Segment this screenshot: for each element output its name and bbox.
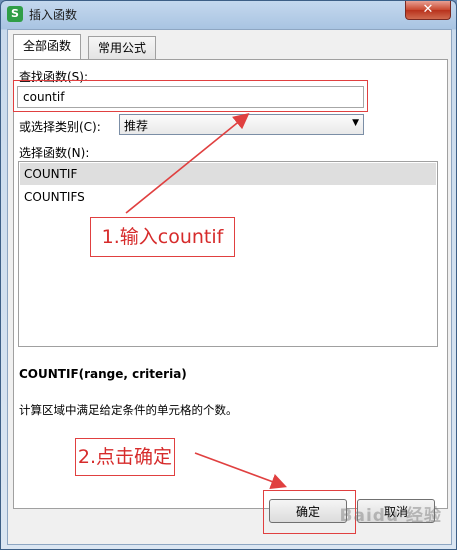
insert-function-dialog: S 插入函数 ✕ 全部函数 常用公式 查找函数(S): 或选择类别(C): 推荐…: [0, 0, 457, 550]
watermark: Baidu 经验: [339, 506, 442, 526]
annotation-arrows: [125, 112, 288, 490]
arrow-to-search: [125, 112, 250, 214]
arrow-to-ok: [194, 452, 288, 490]
tab-all-functions[interactable]: 全部函数: [13, 34, 82, 59]
